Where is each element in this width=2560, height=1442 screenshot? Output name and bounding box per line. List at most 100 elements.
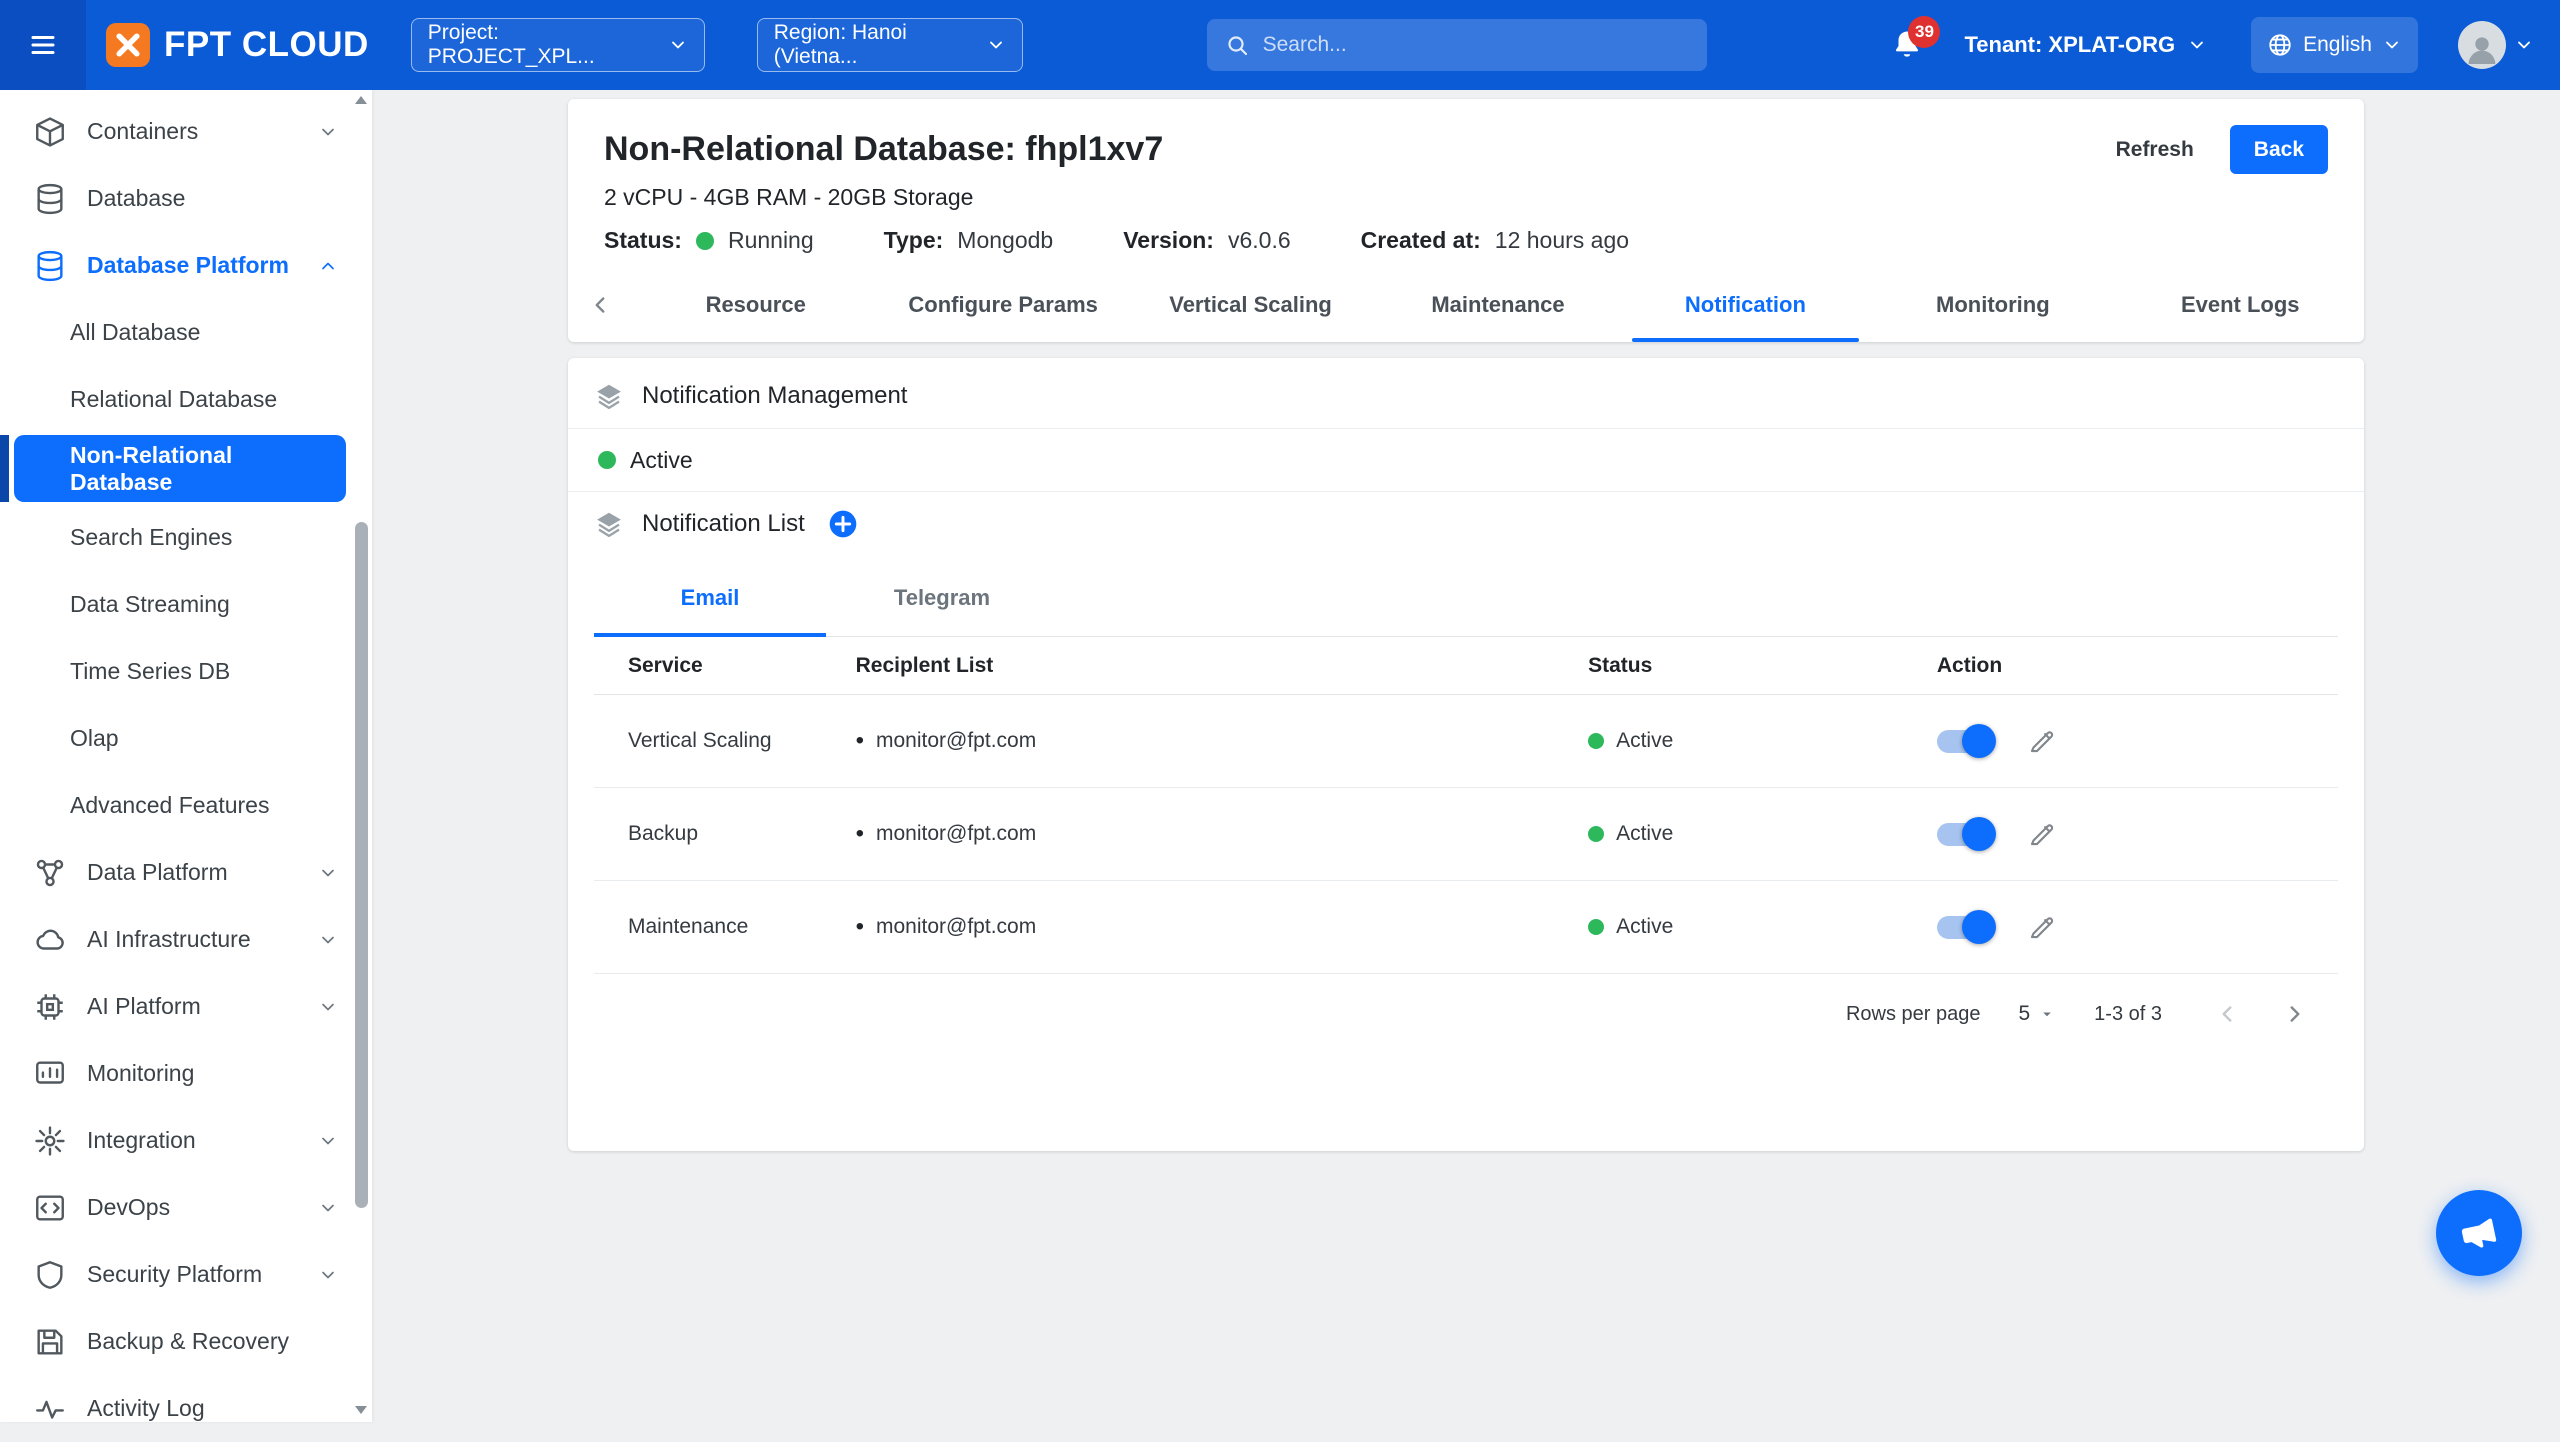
devops-icon (33, 1191, 67, 1225)
sidebar-item-label: Activity Log (87, 1395, 205, 1422)
tab-email[interactable]: Email (594, 560, 826, 636)
security-platform-icon (33, 1258, 67, 1292)
sidebar-item-ai-platform[interactable]: AI Platform (0, 973, 352, 1040)
service-cell: Backup (594, 822, 856, 846)
sidebar-item-advanced-features[interactable]: Advanced Features (0, 772, 352, 839)
sidebar-item-non-relational-database[interactable]: Non-Relational Database (14, 435, 346, 502)
tenant-selector[interactable]: Tenant: XPLAT-ORG (1964, 32, 2207, 58)
sidebar-item-backup-recovery[interactable]: Backup & Recovery (0, 1308, 352, 1375)
sidebar-item-label: Database (87, 185, 185, 212)
sidebar-item-monitoring[interactable]: Monitoring (0, 1040, 352, 1107)
sidebar-scrollbar-thumb[interactable] (355, 522, 368, 1208)
type-value: Mongodb (957, 227, 1053, 254)
active-status-dot (1588, 919, 1604, 935)
main-content: Non-Relational Database: fhpl1xv7 Refres… (372, 90, 2560, 1422)
sidebar-item-label: DevOps (87, 1194, 170, 1221)
sidebar-item-activity-log[interactable]: Activity Log (0, 1375, 352, 1442)
tab-resource[interactable]: Resource (632, 268, 879, 342)
user-menu[interactable] (2458, 21, 2534, 69)
chevron-down-icon (318, 122, 338, 142)
tab-configure-params[interactable]: Configure Params (879, 268, 1126, 342)
database-platform-icon (33, 249, 67, 283)
sidebar-item-data-streaming[interactable]: Data Streaming (0, 571, 352, 638)
notification-channel-tabs: Email Telegram (594, 560, 2338, 637)
tab-telegram[interactable]: Telegram (826, 560, 1058, 636)
sidebar-item-database[interactable]: Database (0, 165, 352, 232)
refresh-button[interactable]: Refresh (2116, 138, 2194, 162)
tab-maintenance[interactable]: Maintenance (1374, 268, 1621, 342)
notifications-button[interactable]: 39 (1890, 28, 1924, 62)
announcements-fab-button[interactable] (2436, 1190, 2522, 1276)
sidebar-item-integration[interactable]: Integration (0, 1107, 352, 1174)
integration-icon (33, 1124, 67, 1158)
containers-icon (33, 115, 67, 149)
sidebar-item-label: Monitoring (87, 1060, 194, 1087)
language-label: English (2303, 33, 2372, 57)
database-detail-header-card: Non-Relational Database: fhpl1xv7 Refres… (568, 99, 2364, 342)
column-header-action: Action (1937, 654, 2338, 678)
add-notification-button[interactable] (827, 508, 859, 540)
language-selector[interactable]: English (2251, 17, 2418, 73)
chevron-down-icon (318, 1131, 338, 1151)
active-status-dot (598, 451, 616, 469)
sidebar-item-data-platform[interactable]: Data Platform (0, 839, 352, 906)
status-value: Running (728, 227, 814, 254)
recipient-cell: • monitor@fpt.com (856, 822, 1588, 846)
sidebar-item-search-engines[interactable]: Search Engines (0, 504, 352, 571)
hamburger-menu-button[interactable] (0, 0, 86, 90)
edit-button[interactable] (2023, 815, 2061, 853)
sidebar-item-devops[interactable]: DevOps (0, 1174, 352, 1241)
notification-toggle[interactable] (1937, 916, 1993, 939)
chevron-down-icon (2187, 35, 2207, 55)
sidebar-item-label: Search Engines (70, 524, 232, 551)
sidebar-item-label: Containers (87, 118, 198, 145)
sidebar-item-label: All Database (70, 319, 200, 346)
notification-list-title: Notification List (642, 510, 805, 538)
layers-icon (594, 509, 624, 539)
sidebar-item-ai-infrastructure[interactable]: AI Infrastructure (0, 906, 352, 973)
rows-per-page-value: 5 (2018, 1002, 2030, 1026)
table-row: Backup • monitor@fpt.com Active (594, 788, 2338, 881)
sidebar-item-label: Integration (87, 1127, 196, 1154)
tab-vertical-scaling[interactable]: Vertical Scaling (1127, 268, 1374, 342)
recipient-email: monitor@fpt.com (876, 915, 1036, 939)
recipient-email: monitor@fpt.com (876, 729, 1036, 753)
hamburger-icon (28, 30, 58, 60)
sidebar-item-label: Data Platform (87, 859, 228, 886)
fpt-logo-icon (106, 23, 150, 67)
tab-monitoring[interactable]: Monitoring (1869, 268, 2116, 342)
back-button[interactable]: Back (2230, 125, 2328, 174)
sidebar-item-olap[interactable]: Olap (0, 705, 352, 772)
tabs-scroll-left-button[interactable] (568, 268, 632, 342)
sidebar-item-security-platform[interactable]: Security Platform (0, 1241, 352, 1308)
status-text: Active (1616, 915, 1673, 939)
edit-button[interactable] (2023, 908, 2061, 946)
project-selector[interactable]: Project: PROJECT_XPL... (411, 18, 705, 72)
region-selector[interactable]: Region: Hanoi (Vietna... (757, 18, 1023, 72)
chevron-down-icon (318, 930, 338, 950)
notification-panel-card: Notification Management Active Notificat… (568, 358, 2364, 1151)
search-box (1207, 19, 1707, 71)
status-text: Active (1616, 729, 1673, 753)
fpt-cloud-logo: FPT CLOUD (106, 23, 369, 67)
sidebar-item-containers[interactable]: Containers (0, 98, 352, 165)
sidebar-scroll-up-arrow[interactable] (353, 94, 369, 106)
notification-toggle[interactable] (1937, 730, 1993, 753)
sidebar-item-time-series-db[interactable]: Time Series DB (0, 638, 352, 705)
project-selector-label: Project: PROJECT_XPL... (428, 21, 652, 69)
sidebar-item-label: Security Platform (87, 1261, 262, 1288)
tab-notification[interactable]: Notification (1622, 268, 1869, 342)
sidebar-item-database-platform[interactable]: Database Platform (0, 232, 352, 299)
rows-per-page-select[interactable]: 5 (2018, 1002, 2056, 1026)
version-label: Version: (1123, 227, 1214, 254)
sidebar-item-all-database[interactable]: All Database (0, 299, 352, 366)
recipient-cell: • monitor@fpt.com (856, 729, 1588, 753)
search-input[interactable] (1263, 33, 1689, 57)
edit-button[interactable] (2023, 722, 2061, 760)
sidebar-item-relational-database[interactable]: Relational Database (0, 366, 352, 433)
notification-toggle[interactable] (1937, 823, 1993, 846)
next-page-button[interactable] (2278, 997, 2312, 1031)
sidebar-scroll-down-arrow[interactable] (353, 1404, 369, 1416)
tab-event-logs[interactable]: Event Logs (2117, 268, 2364, 342)
previous-page-button[interactable] (2210, 997, 2244, 1031)
